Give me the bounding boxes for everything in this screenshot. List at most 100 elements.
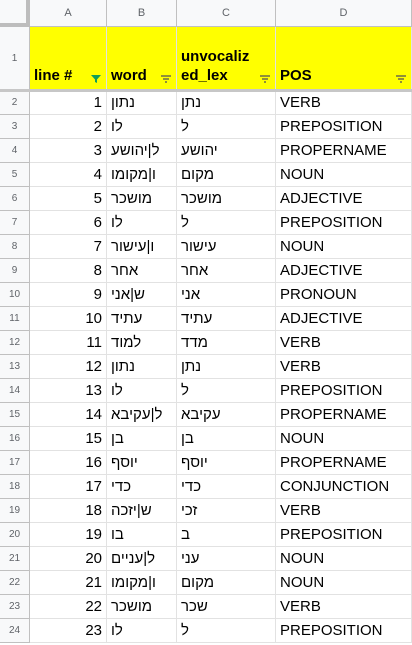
- row-header-16[interactable]: 16: [0, 427, 30, 451]
- lex-cell[interactable]: מקום: [177, 571, 276, 595]
- word-cell[interactable]: נתון: [107, 91, 177, 115]
- frozen-row-divider[interactable]: [0, 89, 412, 92]
- lex-cell[interactable]: יהושע: [177, 139, 276, 163]
- lex-cell[interactable]: בן: [177, 427, 276, 451]
- word-cell[interactable]: כדי: [107, 475, 177, 499]
- pos-cell[interactable]: PROPERNAME: [276, 403, 412, 427]
- lex-cell[interactable]: עישור: [177, 235, 276, 259]
- word-cell[interactable]: לו: [107, 379, 177, 403]
- filter-lines-icon[interactable]: [160, 74, 172, 84]
- row-header-19[interactable]: 19: [0, 499, 30, 523]
- word-cell[interactable]: ו|עישור: [107, 235, 177, 259]
- word-cell[interactable]: יוסף: [107, 451, 177, 475]
- lex-cell[interactable]: מושכר: [177, 187, 276, 211]
- row-header-4[interactable]: 4: [0, 139, 30, 163]
- word-cell[interactable]: ש|אני: [107, 283, 177, 307]
- pos-cell[interactable]: PROPERNAME: [276, 451, 412, 475]
- line-number-cell[interactable]: 1: [30, 91, 107, 115]
- lex-cell[interactable]: עתיד: [177, 307, 276, 331]
- column-header-b[interactable]: B: [107, 0, 177, 27]
- row-header-3[interactable]: 3: [0, 115, 30, 139]
- row-header-12[interactable]: 12: [0, 331, 30, 355]
- filter-funnel-icon[interactable]: [90, 74, 102, 84]
- pos-cell[interactable]: PREPOSITION: [276, 523, 412, 547]
- pos-cell[interactable]: VERB: [276, 355, 412, 379]
- pos-cell[interactable]: PREPOSITION: [276, 115, 412, 139]
- line-number-cell[interactable]: 15: [30, 427, 107, 451]
- lex-cell[interactable]: ל: [177, 211, 276, 235]
- line-number-cell[interactable]: 5: [30, 187, 107, 211]
- line-number-cell[interactable]: 21: [30, 571, 107, 595]
- pos-cell[interactable]: PREPOSITION: [276, 211, 412, 235]
- pos-cell[interactable]: PREPOSITION: [276, 379, 412, 403]
- word-cell[interactable]: ו|מקומו: [107, 163, 177, 187]
- line-number-cell[interactable]: 18: [30, 499, 107, 523]
- word-cell[interactable]: מושכר: [107, 595, 177, 619]
- word-cell[interactable]: ש|יזכה: [107, 499, 177, 523]
- word-cell[interactable]: ו|מקומו: [107, 571, 177, 595]
- line-number-cell[interactable]: 23: [30, 619, 107, 643]
- line-number-cell[interactable]: 17: [30, 475, 107, 499]
- column-header-d[interactable]: D: [276, 0, 412, 27]
- pos-cell[interactable]: NOUN: [276, 235, 412, 259]
- row-header-24[interactable]: 24: [0, 619, 30, 643]
- line-number-cell[interactable]: 6: [30, 211, 107, 235]
- lex-cell[interactable]: נתן: [177, 355, 276, 379]
- lex-cell[interactable]: ל: [177, 619, 276, 643]
- line-number-cell[interactable]: 13: [30, 379, 107, 403]
- pos-cell[interactable]: NOUN: [276, 571, 412, 595]
- lex-cell[interactable]: ל: [177, 115, 276, 139]
- word-cell[interactable]: אחר: [107, 259, 177, 283]
- header-cell-word[interactable]: word: [107, 27, 177, 91]
- word-cell[interactable]: מושכר: [107, 187, 177, 211]
- pos-cell[interactable]: VERB: [276, 499, 412, 523]
- row-header-8[interactable]: 8: [0, 235, 30, 259]
- row-header-18[interactable]: 18: [0, 475, 30, 499]
- row-header-15[interactable]: 15: [0, 403, 30, 427]
- row-header-6[interactable]: 6: [0, 187, 30, 211]
- line-number-cell[interactable]: 22: [30, 595, 107, 619]
- lex-cell[interactable]: ל: [177, 379, 276, 403]
- lex-cell[interactable]: מקום: [177, 163, 276, 187]
- lex-cell[interactable]: ב: [177, 523, 276, 547]
- lex-cell[interactable]: כדי: [177, 475, 276, 499]
- pos-cell[interactable]: PROPERNAME: [276, 139, 412, 163]
- row-header-9[interactable]: 9: [0, 259, 30, 283]
- line-number-cell[interactable]: 4: [30, 163, 107, 187]
- word-cell[interactable]: ל|עניים: [107, 547, 177, 571]
- lex-cell[interactable]: זכי: [177, 499, 276, 523]
- header-cell-line[interactable]: line #: [30, 27, 107, 91]
- filter-lines-icon[interactable]: [395, 74, 407, 84]
- lex-cell[interactable]: יוסף: [177, 451, 276, 475]
- pos-cell[interactable]: ADJECTIVE: [276, 307, 412, 331]
- line-number-cell[interactable]: 9: [30, 283, 107, 307]
- select-all-corner[interactable]: [0, 0, 30, 27]
- row-header-21[interactable]: 21: [0, 547, 30, 571]
- row-header-1[interactable]: 1: [0, 27, 30, 91]
- word-cell[interactable]: לו: [107, 115, 177, 139]
- pos-cell[interactable]: ADJECTIVE: [276, 187, 412, 211]
- lex-cell[interactable]: אחר: [177, 259, 276, 283]
- row-header-7[interactable]: 7: [0, 211, 30, 235]
- pos-cell[interactable]: VERB: [276, 91, 412, 115]
- row-header-11[interactable]: 11: [0, 307, 30, 331]
- word-cell[interactable]: בו: [107, 523, 177, 547]
- row-header-5[interactable]: 5: [0, 163, 30, 187]
- word-cell[interactable]: ל|עקיבא: [107, 403, 177, 427]
- word-cell[interactable]: בן: [107, 427, 177, 451]
- word-cell[interactable]: לו: [107, 211, 177, 235]
- line-number-cell[interactable]: 8: [30, 259, 107, 283]
- lex-cell[interactable]: מדד: [177, 331, 276, 355]
- word-cell[interactable]: עתיד: [107, 307, 177, 331]
- lex-cell[interactable]: עני: [177, 547, 276, 571]
- word-cell[interactable]: ל|יהושע: [107, 139, 177, 163]
- row-header-17[interactable]: 17: [0, 451, 30, 475]
- line-number-cell[interactable]: 10: [30, 307, 107, 331]
- pos-cell[interactable]: NOUN: [276, 547, 412, 571]
- column-header-c[interactable]: C: [177, 0, 276, 27]
- header-cell-pos[interactable]: POS: [276, 27, 412, 91]
- row-header-10[interactable]: 10: [0, 283, 30, 307]
- line-number-cell[interactable]: 3: [30, 139, 107, 163]
- header-cell-lex[interactable]: unvocaliz ed_lex: [177, 27, 276, 91]
- column-header-a[interactable]: A: [30, 0, 107, 27]
